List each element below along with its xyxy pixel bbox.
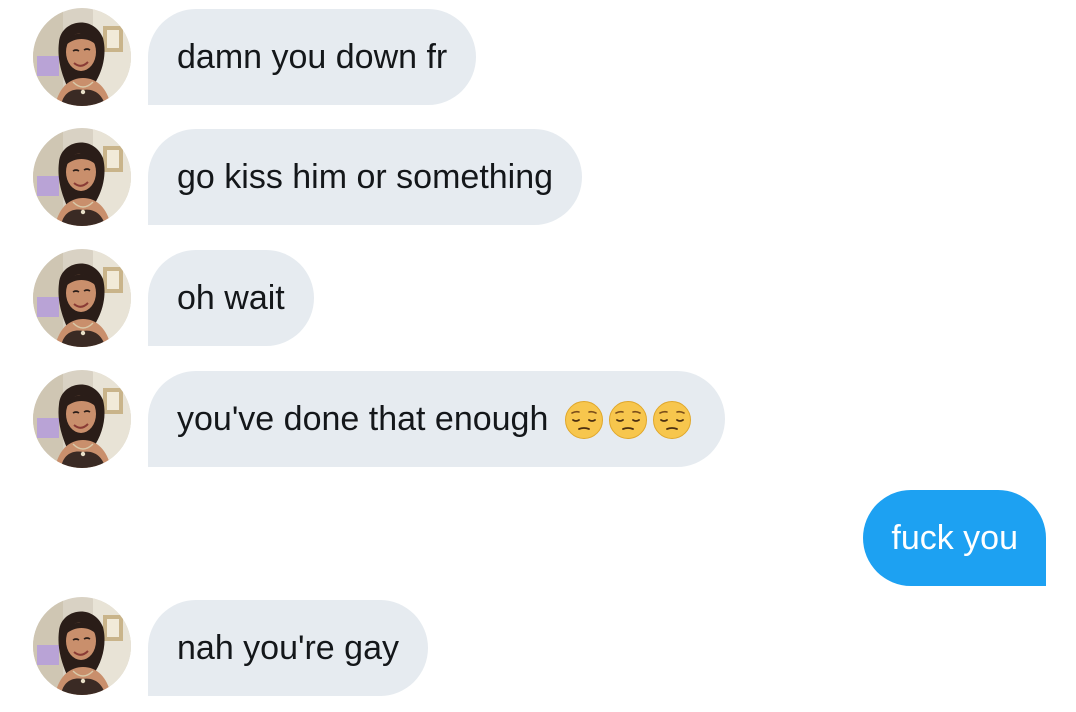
message-text: go kiss him or something xyxy=(177,158,554,196)
avatar-photo-icon xyxy=(33,128,131,226)
contact-avatar[interactable] xyxy=(33,8,131,106)
avatar-photo-icon xyxy=(33,370,131,468)
avatar-photo-icon xyxy=(33,249,131,347)
message-row-outgoing: fuck you xyxy=(0,490,1076,588)
message-text: damn you down fr xyxy=(177,38,448,76)
avatar-photo-icon xyxy=(33,597,131,695)
message-text: you've done that enough xyxy=(177,400,549,438)
incoming-message-bubble[interactable]: go kiss him or something xyxy=(148,129,583,225)
emoji-group xyxy=(564,370,696,466)
incoming-message-bubble[interactable]: nah you're gay xyxy=(148,600,428,696)
contact-avatar[interactable] xyxy=(33,249,131,347)
contact-avatar[interactable] xyxy=(33,370,131,468)
incoming-message-bubble[interactable]: you've done that enough xyxy=(148,371,725,467)
message-text: oh wait xyxy=(177,279,285,317)
incoming-message-bubble[interactable]: damn you down fr xyxy=(148,9,477,105)
message-row-incoming: go kiss him or something xyxy=(0,128,1076,226)
contact-avatar[interactable] xyxy=(33,128,131,226)
avatar-photo-icon xyxy=(33,8,131,106)
message-row-incoming: oh wait xyxy=(0,249,1076,347)
pensive-face-emoji-icon xyxy=(564,400,604,440)
message-text: fuck you xyxy=(891,519,1018,557)
pensive-face-emoji-icon xyxy=(608,400,648,440)
message-row-incoming: you've done that enough xyxy=(0,370,1076,468)
pensive-face-emoji-icon xyxy=(652,400,692,440)
outgoing-message-bubble[interactable]: fuck you xyxy=(863,490,1046,586)
contact-avatar[interactable] xyxy=(33,597,131,695)
incoming-message-bubble[interactable]: oh wait xyxy=(148,250,314,346)
message-text: nah you're gay xyxy=(177,629,399,667)
message-row-incoming: damn you down fr xyxy=(0,8,1076,106)
message-row-incoming: nah you're gay xyxy=(0,597,1076,696)
